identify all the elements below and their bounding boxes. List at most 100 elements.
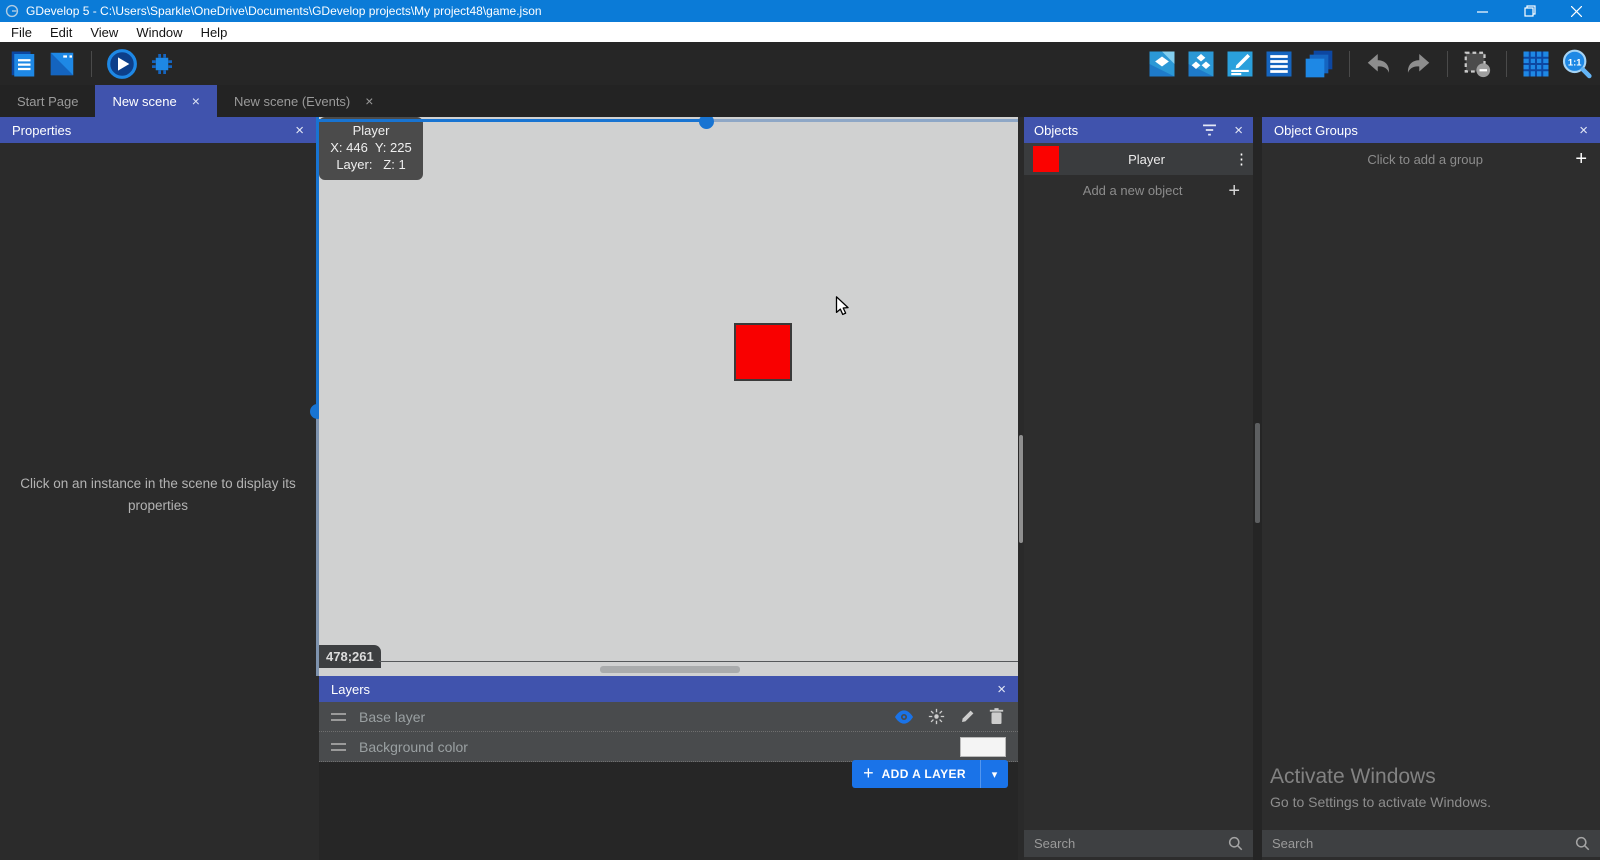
menu-file[interactable]: File [2, 25, 41, 40]
delete-layer-icon[interactable] [989, 708, 1004, 725]
object-groups-panel-header: Object Groups × [1262, 117, 1600, 143]
tab-label: New scene (Events) [234, 94, 350, 109]
window-icon [47, 49, 77, 79]
toggle-objects-panel-button[interactable] [1147, 49, 1177, 79]
add-group-label: Click to add a group [1275, 152, 1575, 167]
close-button[interactable] [1553, 0, 1600, 22]
tooltip-object-name: Player [353, 123, 390, 140]
watermark-subtitle: Go to Settings to activate Windows. [1270, 794, 1491, 810]
plus-icon: + [852, 763, 882, 786]
restore-button[interactable] [1506, 0, 1553, 22]
kebab-menu-icon[interactable]: ⋮ [1234, 150, 1244, 168]
toggle-grid-button[interactable] [1521, 49, 1551, 79]
undo-button[interactable] [1364, 49, 1394, 79]
play-preview-button[interactable] [106, 48, 138, 80]
layer-row-base[interactable]: Base layer [319, 702, 1018, 732]
menu-window[interactable]: Window [127, 25, 191, 40]
open-project-button[interactable] [47, 49, 77, 79]
debugger-icon [147, 49, 177, 79]
toolbar-separator [1349, 51, 1350, 77]
tab-new-scene[interactable]: New scene × [95, 85, 217, 117]
layers-panel-title: Layers [331, 682, 370, 697]
minimize-button[interactable] [1459, 0, 1506, 22]
object-groups-search-input[interactable] [1272, 836, 1575, 851]
horizontal-splitter[interactable] [319, 119, 700, 122]
add-layer-dropdown[interactable]: ▾ [980, 760, 1008, 788]
tab-label: New scene [112, 94, 176, 109]
drag-handle-icon[interactable] [331, 713, 346, 721]
zoom-original-button[interactable]: 1:1 [1560, 48, 1592, 80]
close-icon[interactable]: × [295, 123, 304, 138]
horizontal-splitter[interactable] [700, 119, 1018, 122]
layers-panel: Layers × Base layer [319, 676, 1018, 860]
objects-panel-title: Objects [1034, 123, 1078, 138]
project-manager-button[interactable] [8, 49, 38, 79]
splitter-handle[interactable] [699, 117, 714, 129]
zoom-1-1-icon: 1:1 [1560, 48, 1592, 80]
cursor-coordinates: 478;261 [326, 649, 374, 664]
tab-close-icon[interactable]: × [365, 94, 373, 108]
edit-layer-icon[interactable] [959, 709, 975, 725]
object-groups-panel-title: Object Groups [1274, 123, 1358, 138]
background-color-swatch[interactable] [960, 737, 1006, 757]
add-object-row[interactable]: Add a new object + [1024, 175, 1253, 206]
toggle-properties-panel-button[interactable] [1225, 49, 1255, 79]
object-groups-search-bar [1262, 830, 1600, 857]
properties-panel: Properties × Click on an instance in the… [0, 117, 316, 860]
layer-row-background-color[interactable]: Background color [319, 732, 1018, 762]
project-manager-icon [8, 49, 38, 79]
toolbar-separator [91, 51, 92, 77]
menu-view[interactable]: View [81, 25, 127, 40]
drag-handle-icon[interactable] [331, 743, 346, 751]
minimize-icon [1477, 6, 1488, 17]
tab-close-icon[interactable]: × [192, 94, 200, 108]
vertical-scrollbar[interactable] [1019, 435, 1023, 543]
menu-help[interactable]: Help [192, 25, 237, 40]
redo-button[interactable] [1403, 49, 1433, 79]
play-icon [106, 48, 138, 80]
horizontal-scrollbar[interactable] [600, 666, 740, 673]
toggle-instances-list-button[interactable] [1264, 49, 1294, 79]
layer-effects-icon[interactable] [928, 708, 945, 725]
add-layer-button[interactable]: + ADD A LAYER ▾ [852, 760, 1008, 788]
filter-icon[interactable] [1202, 124, 1217, 136]
object-groups-panel-icon [1186, 49, 1216, 79]
objects-search-bar [1024, 830, 1253, 857]
visibility-eye-icon[interactable] [894, 710, 914, 724]
close-icon[interactable]: × [1579, 123, 1588, 138]
object-list-item-player[interactable]: Player ⋮ [1024, 143, 1253, 175]
close-icon[interactable]: × [1234, 123, 1243, 138]
plus-icon: + [1228, 181, 1240, 201]
properties-panel-header: Properties × [0, 117, 316, 143]
menu-bar: File Edit View Window Help [0, 22, 1600, 42]
scene-canvas[interactable]: Player X: 446 Y: 225 Layer: Z: 1 478;261 [319, 117, 1018, 676]
tab-start-page[interactable]: Start Page [0, 85, 95, 117]
mouse-cursor [831, 295, 853, 317]
svg-text:1:1: 1:1 [1568, 57, 1581, 67]
menu-edit[interactable]: Edit [41, 25, 81, 40]
objects-panel-header: Objects × [1024, 117, 1253, 143]
objects-search-input[interactable] [1034, 836, 1228, 851]
toggle-object-groups-panel-button[interactable] [1186, 49, 1216, 79]
layers-panel-header: Layers × [319, 676, 1018, 702]
objects-panel: Objects × Player ⋮ Add a new object + [1024, 117, 1253, 860]
search-icon [1575, 836, 1590, 851]
instances-list-icon [1264, 49, 1294, 79]
tab-new-scene-events[interactable]: New scene (Events) × [217, 85, 391, 117]
objects-panel-icon [1147, 49, 1177, 79]
toolbar: 1:1 [0, 42, 1600, 85]
gdevelop-logo-icon [5, 4, 19, 18]
toolbar-separator [1506, 51, 1507, 77]
object-groups-panel: Object Groups × Click to add a group + A… [1262, 117, 1600, 860]
vertical-scrollbar[interactable] [1255, 423, 1260, 523]
close-icon[interactable]: × [997, 682, 1006, 697]
tab-label: Start Page [17, 94, 78, 109]
debug-button[interactable] [147, 49, 177, 79]
player-object-instance[interactable] [734, 323, 792, 381]
add-group-row[interactable]: Click to add a group + [1262, 143, 1600, 175]
instance-tooltip: Player X: 446 Y: 225 Layer: Z: 1 [319, 117, 423, 180]
close-icon [1571, 6, 1582, 17]
delete-selection-button[interactable] [1462, 49, 1492, 79]
activate-windows-watermark: Activate Windows Go to Settings to activ… [1270, 765, 1491, 810]
toggle-layers-panel-button[interactable] [1303, 48, 1335, 80]
